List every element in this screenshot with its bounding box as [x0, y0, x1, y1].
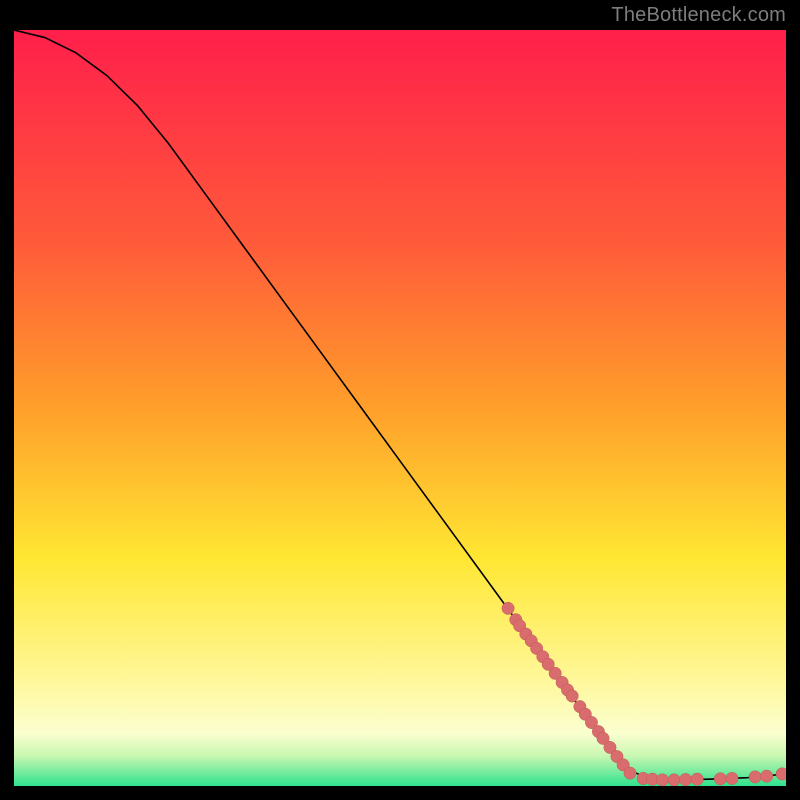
- data-point: [668, 774, 680, 786]
- data-point: [749, 771, 761, 783]
- data-point: [691, 773, 703, 785]
- gradient-background: [14, 30, 786, 786]
- data-point: [761, 770, 773, 782]
- data-point: [714, 773, 726, 785]
- watermark-label: TheBottleneck.com: [611, 4, 786, 27]
- data-point: [679, 773, 691, 785]
- data-point: [502, 602, 514, 614]
- data-point: [656, 774, 668, 786]
- chart-container: TheBottleneck.com: [0, 0, 800, 800]
- bottleneck-chart: [14, 30, 786, 786]
- data-point: [726, 772, 738, 784]
- data-point: [566, 690, 578, 702]
- data-point: [624, 767, 636, 779]
- data-point: [776, 768, 786, 780]
